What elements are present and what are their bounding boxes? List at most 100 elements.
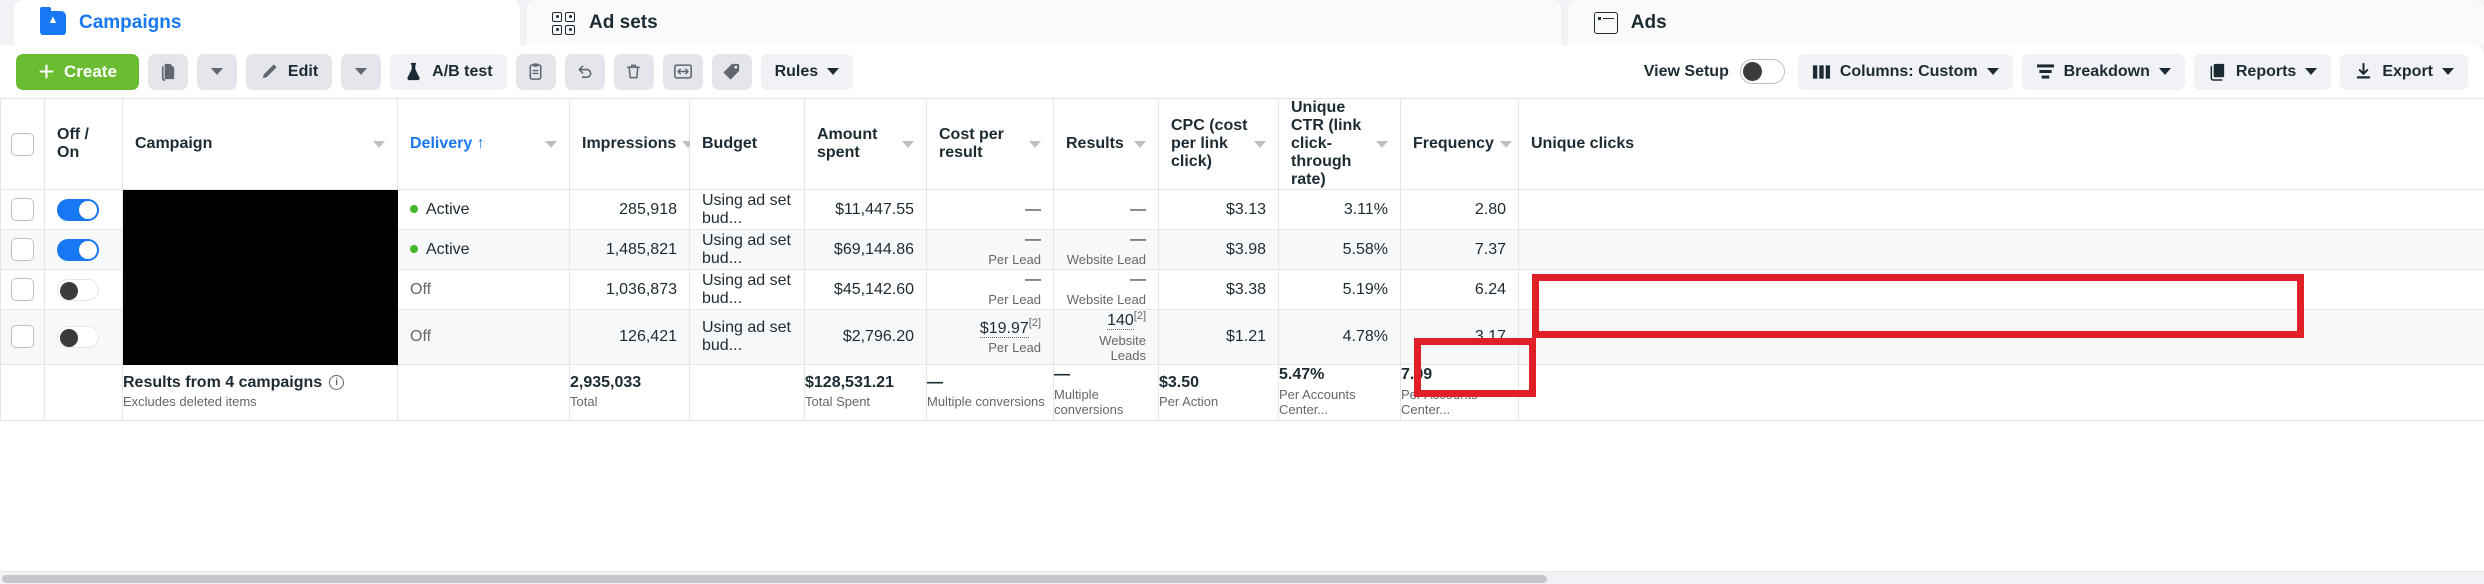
duplicate-button[interactable] xyxy=(147,53,188,90)
adsets-grid-icon xyxy=(552,11,576,35)
frequency-cell: 7.37 xyxy=(1400,229,1519,270)
th-frequency[interactable]: Frequency xyxy=(1400,98,1519,190)
edit-button[interactable]: Edit xyxy=(245,53,333,90)
campaign-name-cell[interactable] xyxy=(122,309,398,365)
sort-caret-icon[interactable] xyxy=(902,140,914,148)
unique-clicks-cell xyxy=(1518,309,2484,365)
cost-per-result-value: — xyxy=(1025,271,1041,289)
sort-caret-icon[interactable] xyxy=(1499,140,1512,148)
sort-caret-icon[interactable] xyxy=(1254,140,1266,148)
view-setup-toggle[interactable] xyxy=(1739,59,1785,84)
row-checkbox[interactable] xyxy=(11,198,34,221)
sort-asc-icon: ↑ xyxy=(476,135,485,152)
cost-per-result-value: $19.97 xyxy=(979,319,1029,338)
columns-icon xyxy=(1812,64,1830,79)
summary-amount-spent-cell: $128,531.21 Total Spent xyxy=(804,364,927,421)
summary-unique-ctr-value: 5.47% xyxy=(1279,366,1325,384)
th-campaign[interactable]: Campaign xyxy=(122,98,398,190)
th-campaign-label: Campaign xyxy=(135,135,213,152)
th-unique-clicks-label: Unique clicks xyxy=(1531,135,1635,152)
cost-per-result-cell: — Per Lead xyxy=(926,269,1054,310)
table-row[interactable]: Off 1,036,873 Using ad set bud... $45,14… xyxy=(0,269,2484,310)
tab-bar: Campaigns Ad sets Ads xyxy=(0,0,2484,45)
summary-cost-per-result-sub: Multiple conversions xyxy=(927,394,1045,410)
tab-ad-sets[interactable]: Ad sets xyxy=(526,0,1562,45)
header-row: Off / On Campaign Delivery ↑ Impressions… xyxy=(0,98,2484,190)
summary-frequency-cell: 7.09 Per Accounts Center... xyxy=(1400,364,1519,421)
export-label: Export xyxy=(2382,62,2433,80)
info-icon[interactable]: i xyxy=(329,375,345,391)
edit-dropdown-button[interactable] xyxy=(341,53,382,90)
th-cost-per-result[interactable]: Cost per result xyxy=(926,98,1054,190)
summary-toggle-cell xyxy=(44,364,123,421)
tag-button[interactable] xyxy=(711,53,752,90)
delete-button[interactable] xyxy=(613,53,654,90)
row-checkbox[interactable] xyxy=(11,278,34,301)
campaign-status-toggle[interactable] xyxy=(57,325,99,348)
clipboard-button[interactable] xyxy=(515,53,556,90)
campaigns-panel: Create Edit A/B test Rules View Setup Co… xyxy=(0,45,2484,584)
cost-per-result-sub: Per Lead xyxy=(988,251,1041,267)
table-row[interactable]: Active 1,485,821 Using ad set bud... $69… xyxy=(0,229,2484,270)
table-row[interactable]: Off 126,421 Using ad set bud... $2,796.2… xyxy=(0,309,2484,365)
tab-ads[interactable]: Ads xyxy=(1567,0,2484,45)
cost-per-result-cell: — Per Lead xyxy=(926,229,1054,270)
campaign-name-cell[interactable] xyxy=(122,229,398,270)
th-results[interactable]: Results xyxy=(1053,98,1159,190)
campaign-status-toggle[interactable] xyxy=(57,278,99,301)
sort-caret-icon[interactable] xyxy=(1134,140,1146,148)
delivery-status: Off xyxy=(410,327,432,345)
unique-ctr-cell: 5.58% xyxy=(1278,229,1401,270)
summary-cost-per-result-value: — xyxy=(927,373,943,391)
th-impressions[interactable]: Impressions xyxy=(569,98,695,190)
row-toggle-cell xyxy=(44,269,123,310)
reports-button[interactable]: Reports xyxy=(2193,53,2332,90)
select-all-checkbox[interactable] xyxy=(11,132,34,156)
sort-caret-icon[interactable] xyxy=(545,140,557,148)
th-cpc[interactable]: CPC (cost per link click) xyxy=(1158,98,1279,190)
campaign-status-toggle[interactable] xyxy=(57,238,99,261)
sort-caret-icon[interactable] xyxy=(1376,140,1388,148)
create-button[interactable]: Create xyxy=(16,53,139,90)
status-dot-active xyxy=(410,205,418,214)
export-button[interactable]: Export xyxy=(2340,53,2468,90)
rules-button[interactable]: Rules xyxy=(760,53,854,90)
undo-button[interactable] xyxy=(564,53,605,90)
delivery-status: Active xyxy=(426,200,470,218)
results-cell: — Website Lead xyxy=(1053,269,1159,310)
footnote-marker: [2] xyxy=(1133,310,1146,322)
chevron-down-icon xyxy=(210,68,223,75)
row-toggle-cell xyxy=(44,309,123,365)
scrollbar-thumb[interactable] xyxy=(2,575,1547,583)
campaign-status-toggle[interactable] xyxy=(57,198,99,221)
row-checkbox[interactable] xyxy=(11,325,34,349)
tab-campaigns-label: Campaigns xyxy=(79,11,182,33)
ab-test-button[interactable]: A/B test xyxy=(390,53,507,90)
row-checkbox[interactable] xyxy=(11,238,34,261)
chevron-down-icon xyxy=(2158,68,2171,75)
view-setup-label: View Setup xyxy=(1643,62,1729,80)
duplicate-icon xyxy=(162,63,175,81)
cost-per-result-sub: Per Lead xyxy=(988,340,1041,356)
table-row[interactable]: Active 285,918 Using ad set bud... $11,4… xyxy=(0,189,2484,230)
resize-button[interactable] xyxy=(662,53,703,90)
th-unique-ctr[interactable]: Unique CTR (link click-through rate) xyxy=(1278,98,1401,190)
delivery-status: Off xyxy=(410,280,432,298)
sort-caret-icon[interactable] xyxy=(373,140,385,148)
th-delivery[interactable]: Delivery ↑ xyxy=(397,98,570,190)
tab-campaigns[interactable]: Campaigns xyxy=(14,0,521,45)
th-amount-spent[interactable]: Amount spent xyxy=(804,98,927,190)
breakdown-button[interactable]: Breakdown xyxy=(2021,53,2185,90)
table-header: Off / On Campaign Delivery ↑ Impressions… xyxy=(0,98,2484,190)
sort-caret-icon[interactable] xyxy=(1029,140,1041,148)
columns-button[interactable]: Columns: Custom xyxy=(1797,53,2013,90)
horizontal-scrollbar[interactable] xyxy=(0,571,2484,584)
cost-per-result-cell: $19.97[2] Per Lead xyxy=(926,309,1054,365)
duplicate-dropdown-button[interactable] xyxy=(196,53,237,90)
clipboard-icon xyxy=(529,63,542,80)
campaign-name-cell[interactable] xyxy=(122,269,398,310)
cpc-cell: $3.38 xyxy=(1158,269,1279,310)
th-delivery-label: Delivery xyxy=(410,135,473,152)
campaign-name-cell[interactable] xyxy=(122,189,398,230)
results-value: — xyxy=(1130,231,1146,249)
